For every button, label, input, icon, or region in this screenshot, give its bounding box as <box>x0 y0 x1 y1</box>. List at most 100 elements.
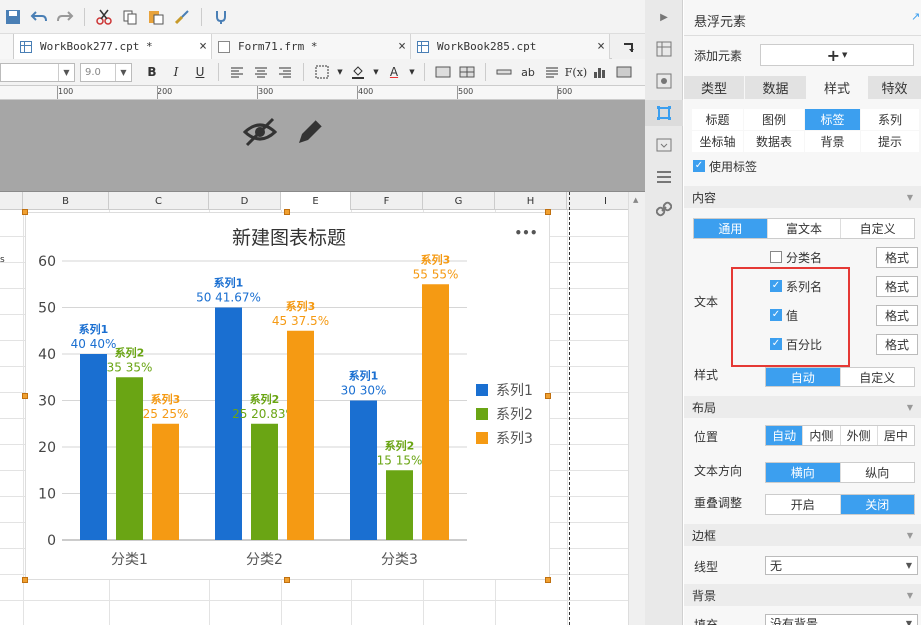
format-button[interactable]: 格式 <box>876 334 918 355</box>
format-brush-icon[interactable] <box>169 4 195 30</box>
fill-color-icon[interactable] <box>346 61 370 83</box>
float-element-icon[interactable] <box>645 100 683 126</box>
align-right-icon[interactable] <box>273 61 297 83</box>
column-header-cell[interactable] <box>0 192 23 210</box>
edit-pencil-icon[interactable] <box>294 116 326 148</box>
layout-section-header[interactable]: 布局 ▼ <box>684 396 921 418</box>
overlap-on[interactable]: 开启 <box>766 495 841 514</box>
tab-type[interactable]: 类型 <box>684 76 744 99</box>
chevron-down-icon[interactable]: ▼ <box>334 61 346 83</box>
undo-icon[interactable] <box>26 4 52 30</box>
position-auto[interactable]: 自动 <box>766 426 804 445</box>
chart-insert-icon[interactable] <box>588 61 612 83</box>
underline-icon[interactable]: U <box>188 61 212 83</box>
italic-icon[interactable]: I <box>164 61 188 83</box>
chevron-down-icon[interactable]: ▼ <box>370 61 382 83</box>
column-header-g[interactable]: G <box>423 192 495 210</box>
border-section-header[interactable]: 边框 ▼ <box>684 524 921 546</box>
position-inside[interactable]: 内侧 <box>803 426 841 445</box>
bold-icon[interactable]: B <box>140 61 164 83</box>
format-button[interactable]: 格式 <box>876 276 918 297</box>
formula-icon[interactable]: F(x) <box>564 61 588 83</box>
list-icon[interactable] <box>645 164 683 190</box>
resize-handle[interactable] <box>545 577 551 583</box>
tab-style[interactable]: 样式 <box>807 76 867 99</box>
resize-handle[interactable] <box>545 209 551 215</box>
position-outside[interactable]: 外侧 <box>841 426 878 445</box>
mode-richtext[interactable]: 富文本 <box>768 219 842 238</box>
font-name-select[interactable]: ▼ <box>0 62 75 82</box>
condition-icon[interactable] <box>645 68 683 94</box>
redo-icon[interactable] <box>52 4 78 30</box>
overlap-off[interactable]: 关闭 <box>840 495 914 514</box>
resize-handle[interactable] <box>284 577 290 583</box>
collapse-icon[interactable]: ▶ <box>645 4 683 30</box>
copy-icon[interactable] <box>117 4 143 30</box>
line-type-select[interactable]: 无 ▼ <box>765 556 918 575</box>
subtab-label[interactable]: 标签 <box>805 109 860 130</box>
column-header-e[interactable]: E <box>281 192 351 210</box>
subtab-series[interactable]: 系列 <box>861 109 919 130</box>
tab-effect[interactable]: 特效 <box>868 76 921 99</box>
fill-select[interactable]: 没有背景 ▼ <box>765 614 918 625</box>
column-header-h[interactable]: H <box>495 192 567 210</box>
cell-attr-icon[interactable] <box>645 36 683 62</box>
tab-workbook285[interactable]: WorkBook285.cpt × <box>411 34 610 59</box>
save-icon[interactable] <box>0 4 26 30</box>
pin-icon[interactable]: ↗ <box>911 10 920 23</box>
close-icon[interactable]: × <box>195 39 211 54</box>
column-header-f[interactable]: F <box>351 192 423 210</box>
border-icon[interactable] <box>310 61 334 83</box>
category-name-checkbox[interactable] <box>770 251 782 263</box>
style-auto[interactable]: 自动 <box>766 368 841 386</box>
tab-list-icon[interactable] <box>612 34 645 59</box>
font-size-select[interactable]: 9.0 ▼ <box>80 62 132 82</box>
content-section-header[interactable]: 内容 ▼ <box>684 186 921 208</box>
widget-icon[interactable] <box>645 132 683 158</box>
use-label-checkbox[interactable]: ✓ <box>693 160 705 172</box>
tab-form71[interactable]: Form71.frm * × <box>212 34 411 59</box>
mode-general[interactable]: 通用 <box>694 219 768 238</box>
tab-partial[interactable] <box>0 34 14 59</box>
hide-eye-icon[interactable] <box>243 116 277 148</box>
resize-handle[interactable] <box>22 209 28 215</box>
column-header-c[interactable]: C <box>109 192 209 210</box>
chevron-down-icon[interactable]: ▼ <box>406 61 418 83</box>
resize-handle[interactable] <box>22 393 28 399</box>
paste-icon[interactable] <box>143 4 169 30</box>
resize-handle[interactable] <box>22 577 28 583</box>
direction-horizontal[interactable]: 横向 <box>766 463 841 482</box>
subtab-tooltip[interactable]: 提示 <box>861 131 919 152</box>
align-center-icon[interactable] <box>249 61 273 83</box>
align-left-icon[interactable] <box>225 61 249 83</box>
chart-element[interactable]: 新建图表标题 ••• 0 10 20 30 40 50 60 分类1 系列1 40 40% 系列2 35 … <box>25 212 550 580</box>
style-custom[interactable]: 自定义 <box>841 368 915 386</box>
link-icon[interactable] <box>645 196 683 222</box>
merge-cell-icon[interactable] <box>431 61 455 83</box>
format-button[interactable]: 格式 <box>876 305 918 326</box>
split-cell-icon[interactable] <box>455 61 479 83</box>
add-element-button[interactable]: + ▼ <box>760 44 914 66</box>
background-section-header[interactable]: 背景 ▼ <box>684 584 921 606</box>
resize-handle[interactable] <box>545 393 551 399</box>
text-icon[interactable]: ab <box>516 61 540 83</box>
position-center[interactable]: 居中 <box>878 426 914 445</box>
plugin-icon[interactable] <box>208 4 234 30</box>
format-button[interactable]: 格式 <box>876 247 918 268</box>
close-icon[interactable]: × <box>394 39 410 54</box>
scroll-up-icon[interactable]: ▲ <box>633 196 638 204</box>
subtab-background[interactable]: 背景 <box>805 131 860 152</box>
subtab-axis[interactable]: 坐标轴 <box>692 131 743 152</box>
subtab-legend[interactable]: 图例 <box>744 109 804 130</box>
font-color-icon[interactable]: A <box>382 61 406 83</box>
tab-workbook277[interactable]: WorkBook277.cpt * × <box>14 34 212 59</box>
resize-handle[interactable] <box>284 209 290 215</box>
close-icon[interactable]: × <box>593 39 609 54</box>
subtab-title[interactable]: 标题 <box>692 109 743 130</box>
image-insert-icon[interactable] <box>612 61 636 83</box>
mode-custom[interactable]: 自定义 <box>841 219 914 238</box>
column-header-b[interactable]: B <box>23 192 109 210</box>
vertical-scrollbar[interactable]: ▲ <box>628 192 645 625</box>
insert-row-icon[interactable] <box>492 61 516 83</box>
subtab-datasheet[interactable]: 数据表 <box>744 131 804 152</box>
